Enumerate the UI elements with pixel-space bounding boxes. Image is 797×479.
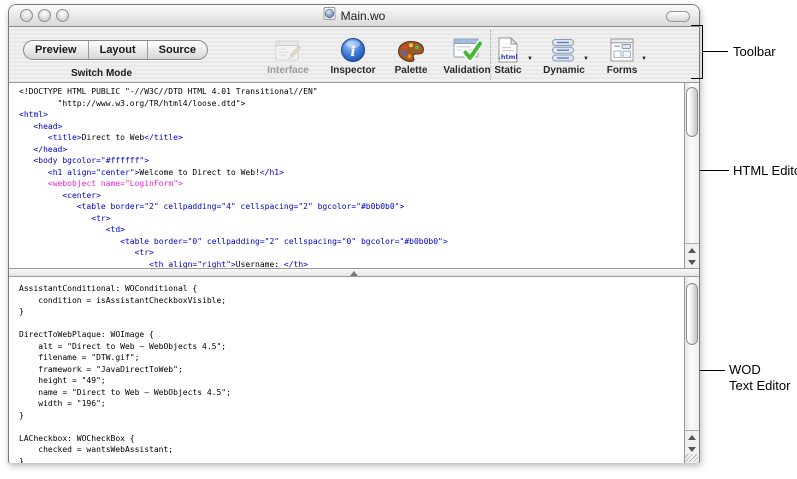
annotation-wod-editor-label: WOD Text Editor — [729, 362, 790, 394]
static-html-icon: .html ▼ — [477, 31, 539, 63]
code-line: } — [19, 410, 681, 422]
splitter-dimple-icon — [350, 271, 358, 276]
scroll-up-arrow[interactable] — [685, 244, 699, 256]
code-line: <!DOCTYPE HTML PUBLIC "-//W3C//DTD HTML … — [19, 86, 681, 98]
annotation-html-editor-label: HTML Editor — [733, 163, 797, 178]
dropdown-arrow-icon: ▼ — [583, 56, 589, 62]
wod-editor-scrollbar[interactable] — [684, 277, 699, 463]
interface-label: Interface — [257, 65, 319, 76]
code-line: <table border="2" cellpadding="4" cellsp… — [19, 201, 681, 213]
code-line — [19, 421, 681, 433]
code-line: } — [19, 456, 681, 464]
dynamic-elements-icon: ▼ — [533, 31, 595, 63]
palette-button[interactable]: Palette — [380, 31, 442, 81]
toolbar-bracket-tick-bottom — [691, 78, 703, 79]
dropdown-arrow-icon: ▼ — [641, 56, 647, 62]
segment-source[interactable]: Source — [148, 41, 207, 59]
screenshot-stage: Main.wo Preview Layout Source Switch Mod… — [0, 0, 797, 479]
code-line: <td> — [19, 224, 681, 236]
switch-mode-control: Preview Layout Source — [23, 40, 208, 60]
annotation-toolbar-label: Toolbar — [733, 44, 776, 59]
code-line: <head> — [19, 121, 681, 133]
code-line: AssistantConditional: WOConditional { — [19, 283, 681, 295]
window-title: Main.wo — [341, 9, 386, 23]
code-line: <html> — [19, 109, 681, 121]
scrollbar-thumb[interactable] — [686, 87, 698, 137]
code-line: <table border="0" cellpadding="2" cellsp… — [19, 236, 681, 248]
wod-text-editor-pane[interactable]: AssistantConditional: WOConditional { co… — [9, 277, 699, 463]
annotation-wod-line2: Text Editor — [729, 378, 790, 394]
title-group: Main.wo — [9, 5, 699, 27]
svg-text:.html: .html — [498, 53, 517, 61]
forms-label: Forms — [591, 65, 653, 76]
inspector-label: Inspector — [322, 65, 384, 76]
annotation-wod-line1: WOD — [729, 362, 790, 378]
segment-layout[interactable]: Layout — [89, 41, 148, 59]
code-line: <webobject name="LoginForm"> — [19, 178, 681, 190]
static-label: Static — [477, 65, 539, 76]
toolbar-pill-button[interactable] — [666, 11, 690, 22]
code-line: <th align="right">Username: </th> — [19, 259, 681, 269]
code-line: <center> — [19, 190, 681, 202]
wod-editor-annotation-line — [700, 370, 725, 371]
code-line: width = "196"; — [19, 398, 681, 410]
code-line: "http://www.w3.org/TR/html4/loose.dtd"> — [19, 98, 681, 110]
scrollbar-arrows — [685, 243, 699, 268]
code-line: LACheckbox: WOCheckBox { — [19, 433, 681, 445]
code-line: name = "Direct to Web – WebObjects 4.5"; — [19, 387, 681, 399]
code-line: <title>Direct to Web</title> — [19, 132, 681, 144]
html-source-code[interactable]: <!DOCTYPE HTML PUBLIC "-//W3C//DTD HTML … — [19, 86, 681, 268]
dynamic-label: Dynamic — [533, 65, 595, 76]
palette-icon — [380, 31, 442, 63]
scroll-down-arrow[interactable] — [685, 256, 699, 268]
code-line: } — [19, 306, 681, 318]
palette-label: Palette — [380, 65, 442, 76]
interface-button: Interface — [257, 31, 319, 81]
html-editor-annotation-line — [700, 170, 729, 171]
code-line: DirectToWebPlaque: WOImage { — [19, 329, 681, 341]
code-line: height = "49"; — [19, 375, 681, 387]
document-icon — [323, 7, 336, 25]
code-line: checked = wantsWebAssistant; — [19, 444, 681, 456]
pane-splitter[interactable] — [9, 268, 699, 277]
code-line: <tr> — [19, 213, 681, 225]
interface-icon — [257, 31, 319, 63]
inspector-icon: i — [322, 31, 384, 63]
forms-icon: ▼ — [591, 31, 653, 63]
code-line: <h1 align="center">Welcome to Direct to … — [19, 167, 681, 179]
switch-mode-label: Switch Mode — [23, 68, 180, 79]
code-line: filename = "DTW.gif"; — [19, 352, 681, 364]
html-editor-scrollbar[interactable] — [684, 83, 699, 268]
toolbar-bracket-line — [702, 25, 703, 79]
html-editor-pane[interactable]: <!DOCTYPE HTML PUBLIC "-//W3C//DTD HTML … — [9, 83, 699, 268]
segment-preview[interactable]: Preview — [24, 41, 89, 59]
svg-text:i: i — [350, 44, 355, 60]
webobjects-builder-window: Main.wo Preview Layout Source Switch Mod… — [8, 4, 700, 463]
static-button[interactable]: .html ▼ Static — [477, 31, 539, 81]
wod-source-code[interactable]: AssistantConditional: WOConditional { co… — [19, 283, 681, 463]
dynamic-button[interactable]: ▼ Dynamic — [533, 31, 595, 81]
toolbar-bracket-tick-top — [691, 25, 703, 26]
resize-grip[interactable] — [685, 454, 698, 462]
code-line: framework = "JavaDirectToWeb"; — [19, 364, 681, 376]
toolbar-annotation-line — [702, 51, 728, 52]
code-line: </head> — [19, 144, 681, 156]
code-line: <tr> — [19, 247, 681, 259]
scrollbar-thumb[interactable] — [686, 283, 698, 345]
code-line: condition = isAssistantCheckboxVisible; — [19, 295, 681, 307]
toolbar: Preview Layout Source Switch Mode — [9, 27, 699, 83]
scrollbar-arrows — [685, 430, 699, 455]
forms-button[interactable]: ▼ Forms — [591, 31, 653, 81]
title-bar[interactable]: Main.wo — [9, 5, 699, 27]
scroll-up-arrow[interactable] — [685, 431, 699, 443]
code-line — [19, 318, 681, 330]
inspector-button[interactable]: i Inspector — [322, 31, 384, 81]
code-line: alt = "Direct to Web – WebObjects 4.5"; — [19, 341, 681, 353]
code-line: <body bgcolor="#ffffff"> — [19, 155, 681, 167]
